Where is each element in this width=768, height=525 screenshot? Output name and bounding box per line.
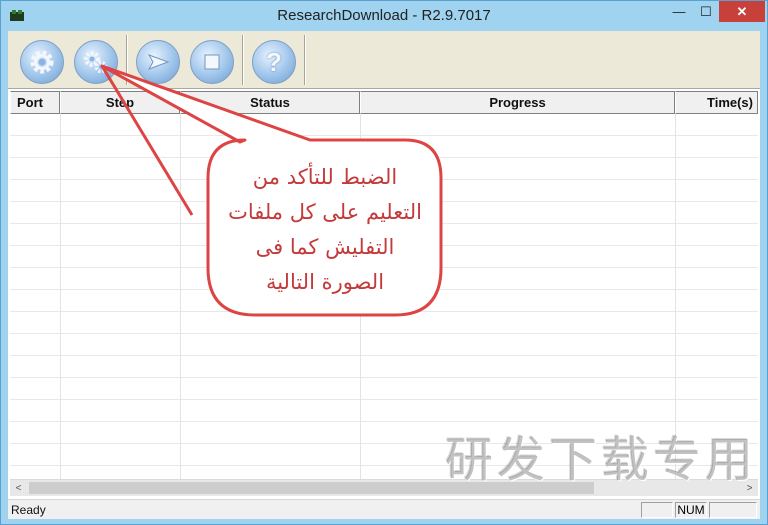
scroll-left-icon[interactable]: < — [10, 480, 27, 496]
annotation-text: الضبط للتأكد من التعليم على كل ملفات الت… — [212, 160, 438, 310]
status-text: Ready — [11, 503, 46, 517]
start-download-button[interactable] — [136, 40, 180, 84]
minimize-button[interactable]: — — [665, 1, 693, 22]
close-button[interactable]: ✕ — [719, 1, 765, 22]
maximize-button[interactable]: ☐ — [693, 1, 719, 22]
column-header-time[interactable]: Time(s) — [675, 91, 758, 114]
gears-icon — [84, 51, 108, 74]
annotation-line: التفليش كما فى — [255, 235, 395, 259]
grid-line — [180, 114, 181, 482]
column-header-port[interactable]: Port — [10, 91, 60, 114]
toolbar: ? — [8, 31, 760, 89]
annotation-line: التعليم على كل ملفات — [228, 200, 422, 224]
scroll-lock-indicator — [709, 502, 757, 518]
status-bar: Ready NUM — [8, 499, 760, 519]
num-lock-indicator: NUM — [675, 502, 707, 518]
grid-line — [60, 114, 61, 482]
caps-indicator — [641, 502, 673, 518]
help-button[interactable]: ? — [252, 40, 296, 84]
toolbar-separator — [242, 35, 244, 85]
settings-button[interactable] — [74, 40, 118, 84]
title-bar[interactable]: ResearchDownload - R2.9.7017 — ☐ ✕ — [1, 1, 767, 31]
toolbar-separator — [304, 35, 306, 85]
column-header-step[interactable]: Step — [60, 91, 180, 114]
column-header-progress[interactable]: Progress — [360, 91, 675, 114]
annotation-line: الضبط للتأكد من — [252, 165, 398, 189]
toolbar-separator — [126, 35, 128, 85]
play-arrow-icon — [147, 54, 170, 70]
stop-icon — [204, 54, 220, 70]
watermark: 研发下载专用 — [445, 432, 758, 488]
stop-download-button[interactable] — [190, 40, 234, 84]
window-title: ResearchDownload - R2.9.7017 — [277, 7, 491, 24]
load-packet-button[interactable] — [20, 40, 64, 84]
annotation-line: الصورة التالية — [265, 270, 385, 294]
list-header: Port Step Status Progress Time(s) — [10, 91, 758, 114]
question-icon: ? — [266, 46, 282, 77]
gear-icon — [30, 50, 54, 74]
column-header-status[interactable]: Status — [180, 91, 360, 114]
